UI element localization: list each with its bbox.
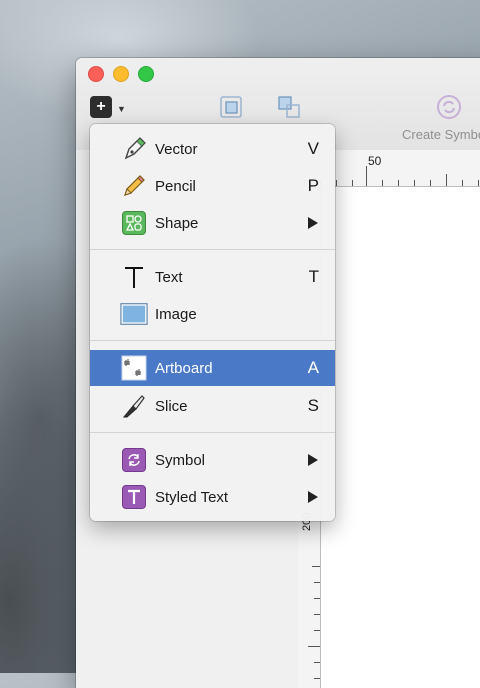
menu-divider — [90, 340, 335, 341]
submenu-arrow-icon — [308, 491, 318, 503]
submenu-arrow-icon — [308, 217, 318, 229]
zoom-window-button[interactable] — [138, 66, 154, 82]
menu-item-label: Symbol — [155, 451, 206, 469]
shortcut-label: T — [308, 267, 319, 286]
menu-item-label: Styled Text — [155, 488, 229, 506]
menu-divider — [90, 432, 335, 433]
image-icon — [120, 300, 148, 328]
shortcut-label: P — [307, 176, 319, 195]
pen-icon — [120, 135, 148, 163]
menu-item-styled-text[interactable]: Styled Text — [90, 479, 335, 515]
slice-icon — [120, 392, 148, 420]
insert-button[interactable]: + — [90, 96, 112, 118]
menu-item-label: Slice — [155, 397, 188, 415]
text-icon — [120, 263, 148, 291]
insert-menu: Vector V Pencil P Shape Text T Image Art… — [90, 124, 335, 521]
menu-item-symbol[interactable]: Symbol — [90, 442, 335, 478]
menu-item-slice[interactable]: Slice S — [90, 388, 335, 424]
menu-item-artboard[interactable]: Artboard A — [90, 350, 335, 386]
menu-item-text[interactable]: Text T — [90, 259, 335, 295]
shortcut-label: S — [307, 396, 319, 415]
symbol-icon — [120, 446, 148, 474]
menu-item-vector[interactable]: Vector V — [90, 131, 335, 167]
chevron-down-icon[interactable]: ▼ — [117, 104, 126, 114]
submenu-arrow-icon — [308, 454, 318, 466]
menu-item-label: Image — [155, 305, 197, 323]
menu-divider — [90, 249, 335, 250]
create-symbol-icon[interactable] — [436, 94, 462, 120]
menu-item-image[interactable]: Image — [90, 296, 335, 332]
shortcut-label: A — [307, 358, 319, 377]
menu-item-shape[interactable]: Shape — [90, 205, 335, 241]
minimize-window-button[interactable] — [113, 66, 129, 82]
menu-item-label: Artboard — [155, 359, 213, 377]
create-symbol-label[interactable]: Create Symbol — [402, 127, 480, 142]
menu-item-label: Shape — [155, 214, 199, 232]
close-window-button[interactable] — [88, 66, 104, 82]
menu-item-label: Pencil — [155, 177, 196, 195]
styled-text-icon — [120, 483, 148, 511]
ungroup-icon[interactable] — [276, 94, 302, 120]
shortcut-label: V — [307, 139, 319, 158]
pencil-icon — [120, 172, 148, 200]
artboard-icon — [120, 354, 148, 382]
ruler-label-top: 50 — [368, 154, 382, 168]
menu-item-pencil[interactable]: Pencil P — [90, 168, 335, 204]
menu-item-label: Text — [155, 268, 183, 286]
shape-icon — [120, 209, 148, 237]
menu-item-label: Vector — [155, 140, 198, 158]
group-icon[interactable] — [218, 94, 244, 120]
